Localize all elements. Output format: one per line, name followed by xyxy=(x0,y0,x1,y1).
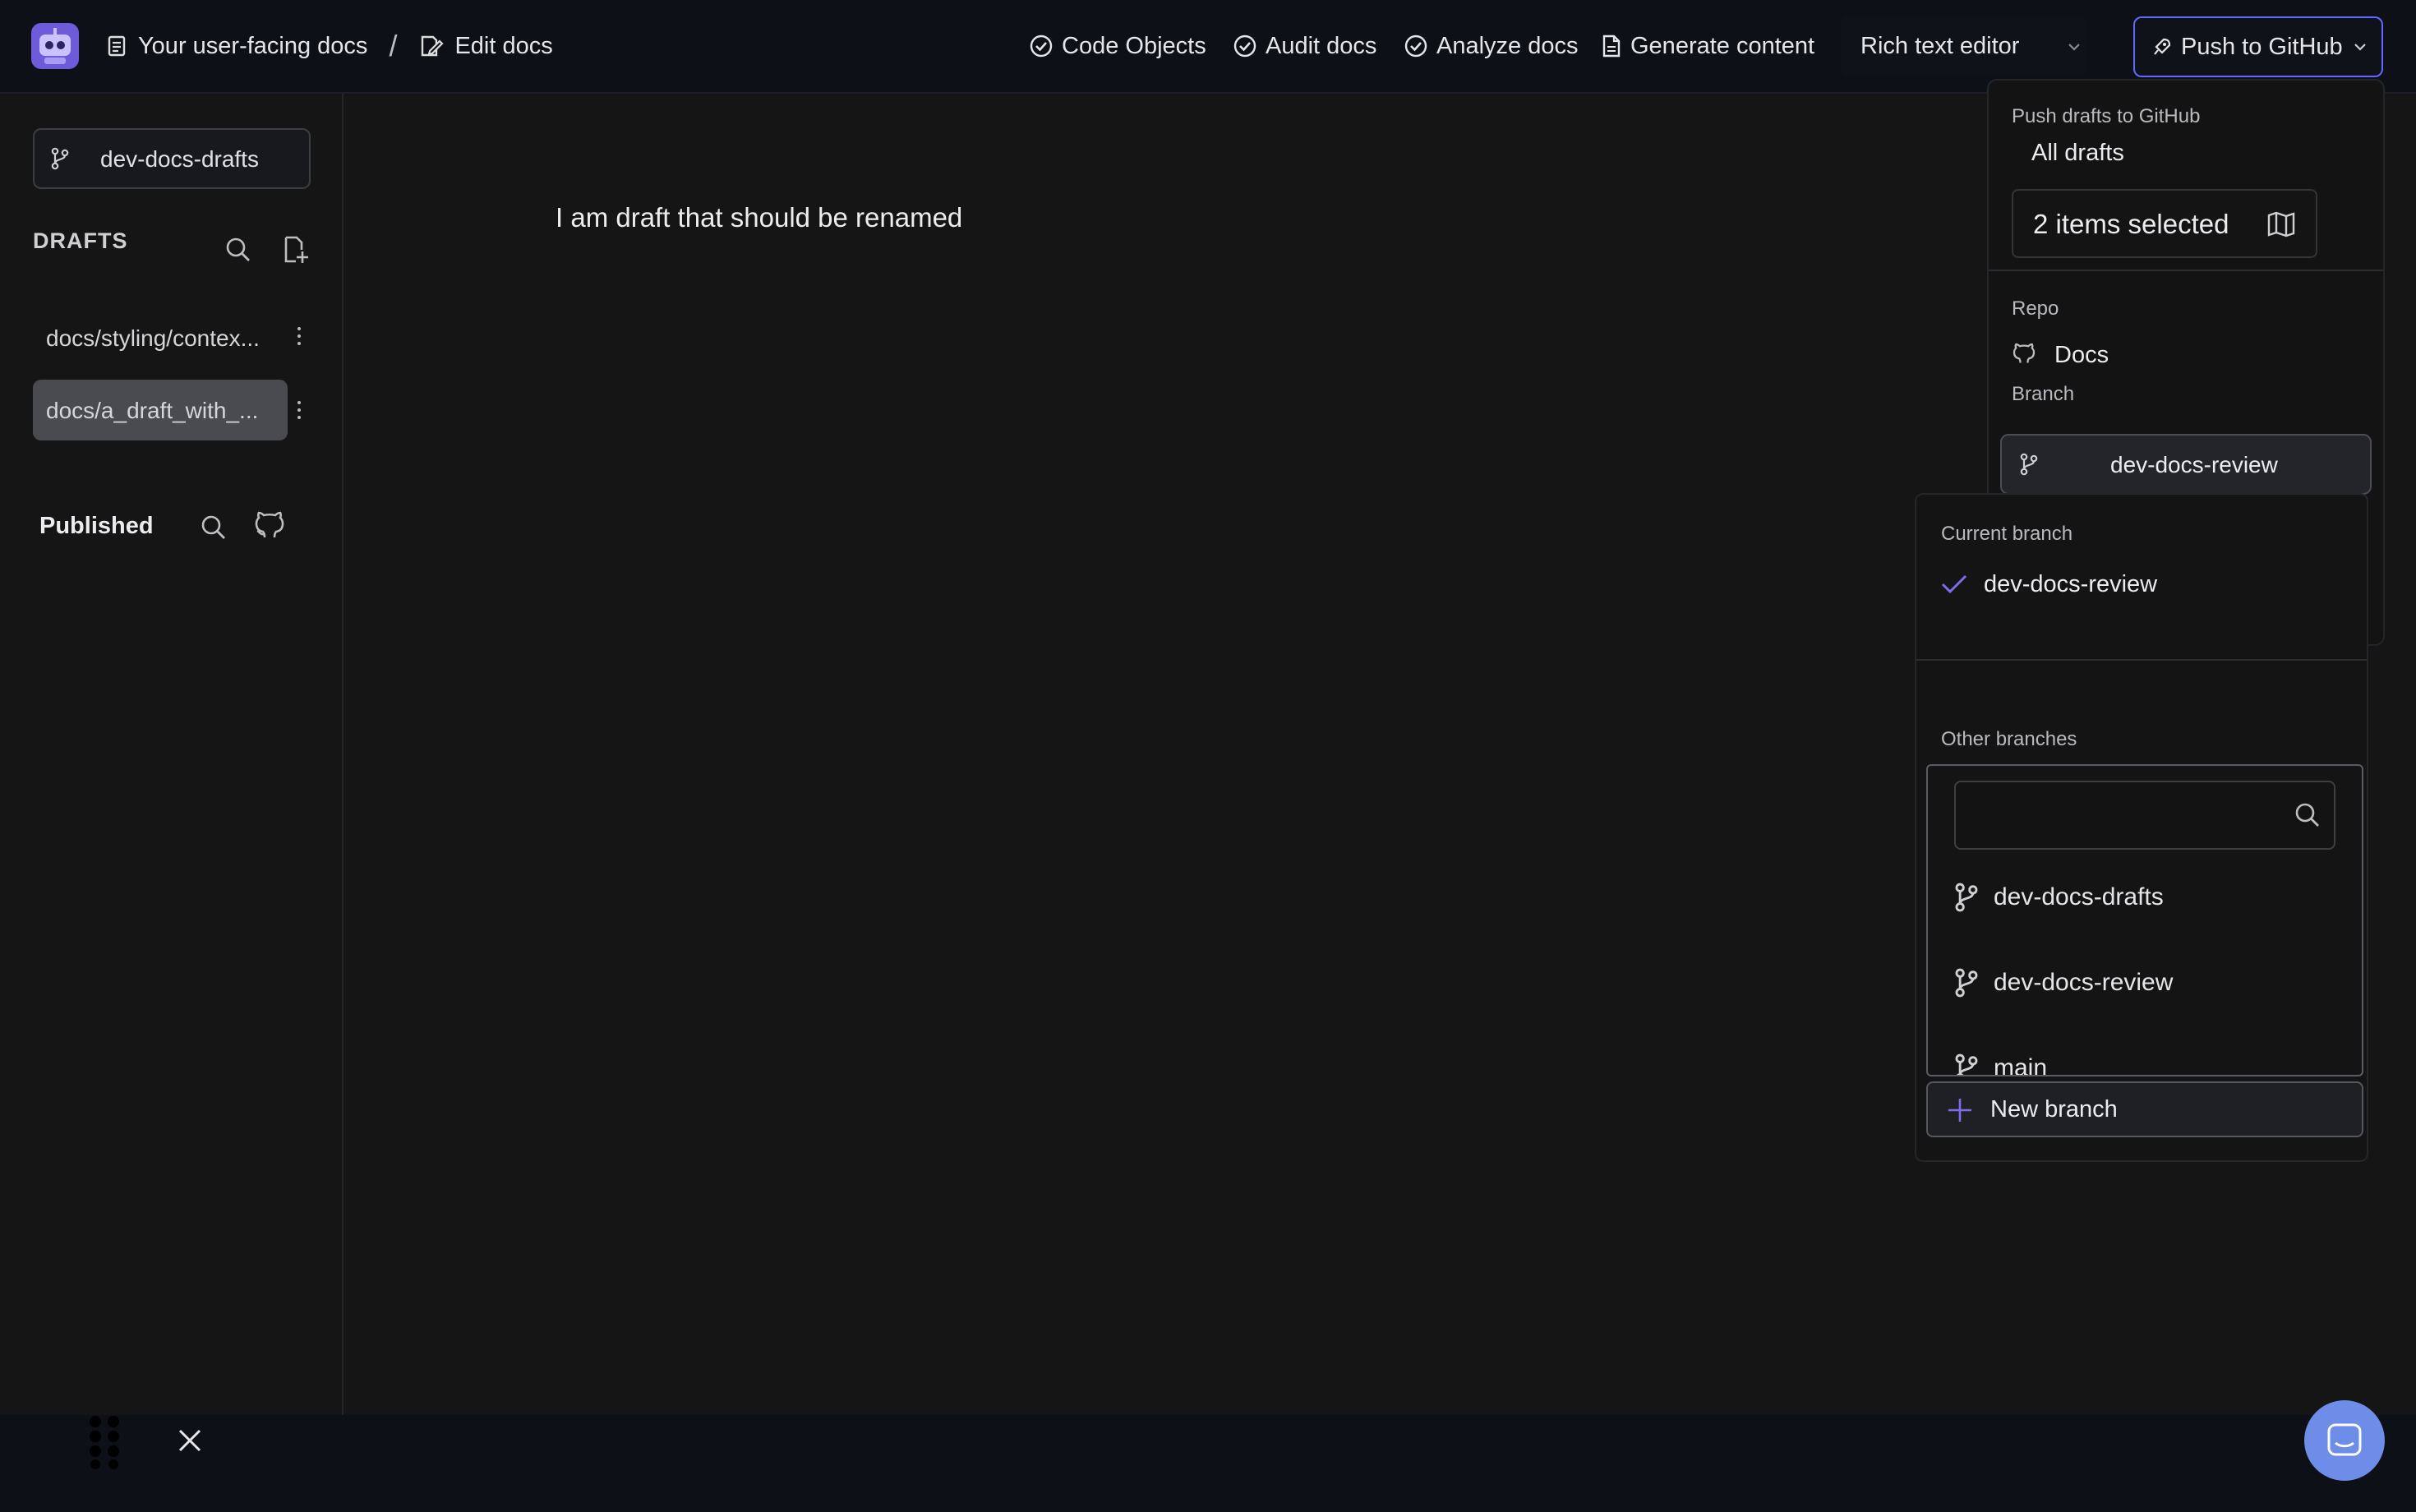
chat-icon xyxy=(2327,1423,2362,1456)
rocket-icon xyxy=(2154,38,2171,55)
bottom-bar xyxy=(0,1415,2416,1512)
branch-option-label: dev-docs-drafts xyxy=(1994,883,2164,910)
repo-name: Docs xyxy=(2054,342,2109,368)
git-branch-icon xyxy=(51,147,69,170)
breadcrumb: Your user-facing docs / Edit docs xyxy=(107,29,553,62)
check-circle-icon xyxy=(1233,35,1256,58)
push-panel-title: Push drafts to GitHub xyxy=(2012,105,2201,127)
draft-item-label: docs/a_draft_with_... xyxy=(46,398,259,423)
draft-menu-icon[interactable] xyxy=(297,401,302,423)
sidebar: dev-docs-drafts DRAFTS docs/styling/cont… xyxy=(0,94,343,1415)
push-to-github-button[interactable]: Push to GitHub xyxy=(2133,16,2383,77)
check-circle-icon xyxy=(1404,35,1427,58)
nav-generate-content[interactable]: Generate content xyxy=(1601,31,1814,61)
search-icon[interactable] xyxy=(199,513,228,542)
edit-document-icon xyxy=(422,35,445,57)
new-branch-label: New branch xyxy=(1990,1096,2118,1122)
draft-item-label: docs/styling/contex... xyxy=(46,325,260,351)
git-branch-icon xyxy=(2020,453,2038,476)
map-icon xyxy=(2267,211,2295,237)
chat-launcher-button[interactable] xyxy=(2304,1400,2385,1481)
editor-mode-value: Rich text editor xyxy=(1860,32,2020,59)
divider xyxy=(1989,270,2383,271)
branch-search[interactable] xyxy=(1954,781,2335,850)
draft-item[interactable]: docs/styling/contex... xyxy=(33,307,288,368)
git-branch-icon xyxy=(1955,1053,1978,1075)
divider xyxy=(1916,659,2367,661)
selection-count: 2 items selected xyxy=(2033,209,2229,239)
file-icon xyxy=(1602,35,1621,58)
current-branch-label: Current branch xyxy=(1941,523,2073,545)
other-branches-list: dev-docs-drafts dev-docs-review main xyxy=(1926,764,2363,1076)
branch-option-label: dev-docs-review xyxy=(1994,969,2174,996)
new-branch-button[interactable]: New branch xyxy=(1926,1081,2363,1137)
new-draft-icon[interactable] xyxy=(281,235,309,265)
nav-analyze-docs[interactable]: Analyze docs xyxy=(1404,31,1579,61)
published-heading: Published xyxy=(39,513,154,539)
branch-dropdown: Current branch dev-docs-review Other bra… xyxy=(1915,493,2368,1162)
other-branches-label: Other branches xyxy=(1941,728,2077,750)
github-icon xyxy=(2013,343,2036,363)
breadcrumb-project[interactable]: Your user-facing docs xyxy=(138,33,367,60)
drag-handle-icon[interactable] xyxy=(87,1415,123,1469)
drafts-multiselect[interactable]: 2 items selected xyxy=(2012,189,2317,258)
app-logo[interactable] xyxy=(31,23,79,69)
robot-icon xyxy=(39,28,71,64)
breadcrumb-separator: / xyxy=(389,29,398,62)
repo-label: Repo xyxy=(2012,297,2059,320)
check-circle-icon xyxy=(1030,35,1053,58)
chevron-down-icon xyxy=(2354,44,2366,51)
document-icon xyxy=(108,35,126,57)
git-branch-icon xyxy=(1955,883,1978,912)
branch-option[interactable]: dev-docs-review xyxy=(1953,958,2173,1007)
sidebar-branch-label: dev-docs-drafts xyxy=(100,146,259,172)
branch-label: Branch xyxy=(2012,383,2075,405)
close-icon[interactable] xyxy=(176,1427,204,1454)
git-branch-icon xyxy=(1955,968,1978,998)
draft-menu-icon[interactable] xyxy=(297,327,302,349)
branch-search-input[interactable] xyxy=(1969,797,2281,833)
search-icon[interactable] xyxy=(224,235,253,265)
check-icon xyxy=(1941,574,1967,594)
editor-mode-select[interactable]: Rich text editor xyxy=(1841,16,2087,76)
editor-content[interactable]: I am draft that should be renamed xyxy=(556,202,962,233)
plus-icon xyxy=(1948,1099,1971,1122)
nav-code-objects[interactable]: Code Objects xyxy=(1029,31,1206,61)
all-drafts-option[interactable]: All drafts xyxy=(2031,140,2124,167)
current-branch-option[interactable]: dev-docs-review xyxy=(1939,565,2157,603)
branch-select[interactable]: dev-docs-review xyxy=(2000,434,2372,495)
draft-item-active[interactable]: docs/a_draft_with_... xyxy=(33,380,288,440)
nav-audit-docs[interactable]: Audit docs xyxy=(1233,31,1376,61)
search-icon xyxy=(2295,803,2319,827)
branch-option[interactable]: main xyxy=(1953,1044,2048,1076)
chevron-down-icon xyxy=(2068,44,2080,51)
breadcrumb-page[interactable]: Edit docs xyxy=(454,33,552,60)
drafts-heading: DRAFTS xyxy=(33,228,128,253)
sidebar-branch-select[interactable]: dev-docs-drafts xyxy=(33,128,311,189)
branch-option-label: main xyxy=(1994,1054,2048,1076)
branch-option[interactable]: dev-docs-drafts xyxy=(1953,873,2164,922)
branch-select-value: dev-docs-review xyxy=(2110,452,2278,477)
github-icon[interactable] xyxy=(253,509,286,542)
